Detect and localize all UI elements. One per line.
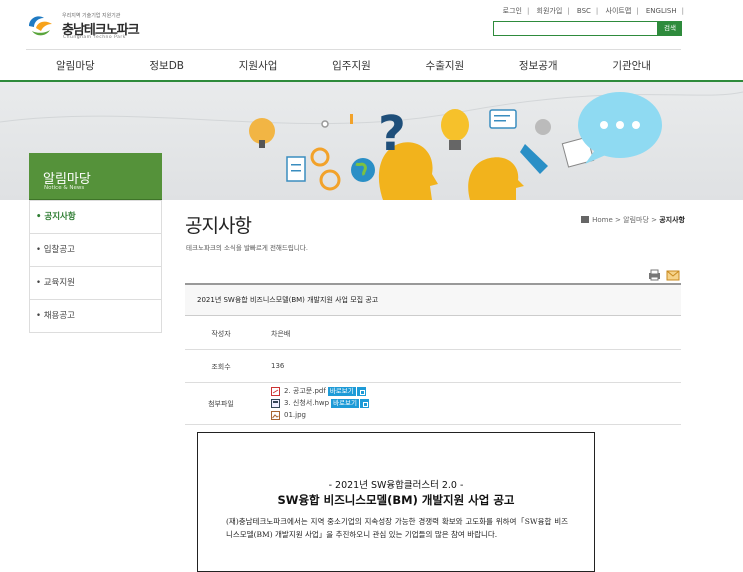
files-label: 첨부파일 xyxy=(208,400,234,408)
message-icon xyxy=(489,109,517,129)
pdf-icon xyxy=(271,386,280,396)
breadcrumb-current: 공지사항 xyxy=(659,216,685,224)
file-item: 3. 신청서.hwp 바로보기 xyxy=(271,397,369,409)
util-english[interactable]: ENGLISH xyxy=(646,7,677,15)
file-name-link[interactable]: 2. 공고문.pdf xyxy=(284,385,326,397)
sidebar-item-recruit[interactable]: • 채용공고 xyxy=(30,299,161,332)
search-button[interactable]: 검색 xyxy=(658,21,682,36)
logo-en: Chungnam Techno Park xyxy=(63,35,126,40)
file-list: 2. 공고문.pdf 바로보기 3. 신청서.hwp 바로보기 01.jpg xyxy=(271,385,369,421)
megaphone-icon xyxy=(520,144,548,174)
gnb-item-export[interactable]: 수출지원 xyxy=(426,58,465,73)
clipboard-icon xyxy=(286,156,306,182)
file-item: 2. 공고문.pdf 바로보기 xyxy=(271,385,369,397)
logo-tagline: 우리지역 기술기업 지원기관 xyxy=(62,13,121,19)
sidebar-item-education[interactable]: • 교육지원 xyxy=(30,266,161,299)
sidebar-title-en: Notice & News xyxy=(44,185,85,191)
gear-icon xyxy=(319,169,341,191)
views-value: 136 xyxy=(271,362,285,370)
gnb-item-about[interactable]: 기관안내 xyxy=(612,58,651,73)
question-icon: ? xyxy=(378,106,406,162)
sidebar-title: 알림마당 Notice & News xyxy=(29,153,162,200)
exclaim-icon xyxy=(350,114,353,124)
util-login[interactable]: 로그인 xyxy=(503,7,522,15)
breadcrumb-sep: > xyxy=(651,216,657,224)
page-title: 공지사항 xyxy=(185,215,252,237)
util-divider: | xyxy=(526,7,530,15)
breadcrumb-sep: > xyxy=(615,216,621,224)
doc-title: SW융합 비즈니스모델(BM) 개발지원 사업 공고 xyxy=(277,493,515,507)
file-name-link[interactable]: 3. 신청서.hwp xyxy=(284,397,329,409)
sidebar-item-notice[interactable]: • 공지사항 xyxy=(30,200,161,233)
sidebar-menu: • 공지사항 • 입찰공고 • 교육지원 • 채용공고 xyxy=(29,200,162,333)
tool-icons xyxy=(649,269,680,281)
gnb-item-notice[interactable]: 알림마당 xyxy=(56,58,95,73)
util-join[interactable]: 회원가입 xyxy=(537,7,563,15)
site-logo[interactable]: 우리지역 기술기업 지원기관 충남테크노파크 Chungnam Techno P… xyxy=(26,10,146,42)
author-value: 차은배 xyxy=(271,330,291,338)
author-label: 작성자 xyxy=(211,330,231,338)
post-title: 2021년 SW융합 비즈니스모델(BM) 개발지원 사업 모집 공고 xyxy=(185,283,681,316)
gnb-item-disclosure[interactable]: 정보공개 xyxy=(519,58,558,73)
globe-icon xyxy=(351,158,375,182)
preview-button[interactable]: 바로보기 xyxy=(331,398,359,408)
breadcrumb: Home > 알림마당 > 공지사항 xyxy=(581,215,685,225)
utility-nav: 로그인 | 회원가입 | BSC | 사이트맵 | ENGLISH | xyxy=(503,6,689,16)
gnb-item-infodb[interactable]: 정보DB xyxy=(149,58,184,73)
util-divider: | xyxy=(567,7,570,15)
coin-icon xyxy=(535,119,551,135)
gnb-item-support[interactable]: 지원사업 xyxy=(239,58,278,73)
email-icon[interactable] xyxy=(666,270,680,281)
main-nav: 알림마당 정보DB 지원사업 입주지원 수출지원 정보공개 기관안내 xyxy=(26,58,681,73)
util-sitemap[interactable]: 사이트맵 xyxy=(606,7,632,15)
search-input[interactable] xyxy=(493,21,658,36)
home-icon xyxy=(581,216,590,223)
image-file-icon xyxy=(271,410,280,420)
lightbulb-icon xyxy=(441,109,469,141)
views-label: 조회수 xyxy=(211,363,231,371)
files-row: 첨부파일 2. 공고문.pdf 바로보기 3. 신청서.hwp 바로보기 01.… xyxy=(185,383,681,425)
bulb-base-icon xyxy=(259,140,265,148)
file-item: 01.jpg xyxy=(271,409,369,421)
header-divider xyxy=(26,49,681,50)
head-right-icon xyxy=(468,157,524,200)
gnb-item-tenant[interactable]: 입주지원 xyxy=(332,58,371,73)
util-divider: | xyxy=(636,7,639,15)
preview-popup-icon[interactable] xyxy=(359,398,369,408)
util-divider: | xyxy=(681,7,684,15)
breadcrumb-level1[interactable]: 알림마당 xyxy=(623,216,649,224)
author-row: 작성자 차은배 xyxy=(185,317,681,350)
print-icon[interactable] xyxy=(649,269,660,281)
gear-icon xyxy=(310,147,330,167)
preview-button[interactable]: 바로보기 xyxy=(327,386,356,396)
doc-subtitle: - 2021년 SW융합클러스터 2.0 - xyxy=(328,480,464,491)
util-bsc[interactable]: BSC xyxy=(577,7,591,15)
preview-popup-icon[interactable] xyxy=(356,386,366,396)
logo-mark-icon xyxy=(29,16,52,36)
file-name-link[interactable]: 01.jpg xyxy=(284,409,306,421)
page-description: 테크노파크의 소식을 발빠르게 전해드립니다. xyxy=(186,244,308,252)
hwp-icon xyxy=(271,398,280,408)
breadcrumb-home[interactable]: Home xyxy=(592,216,613,224)
sidebar-item-bid[interactable]: • 입찰공고 xyxy=(30,233,161,266)
doc-body: (재)충남테크노파크에서는 지역 중소기업의 지속성장 가능한 경쟁력 확보와 … xyxy=(226,517,568,539)
views-row: 조회수 136 xyxy=(185,350,681,383)
util-divider: | xyxy=(595,7,599,15)
document-preview: - 2021년 SW융합클러스터 2.0 - SW융합 비즈니스모델(BM) 개… xyxy=(197,432,595,572)
